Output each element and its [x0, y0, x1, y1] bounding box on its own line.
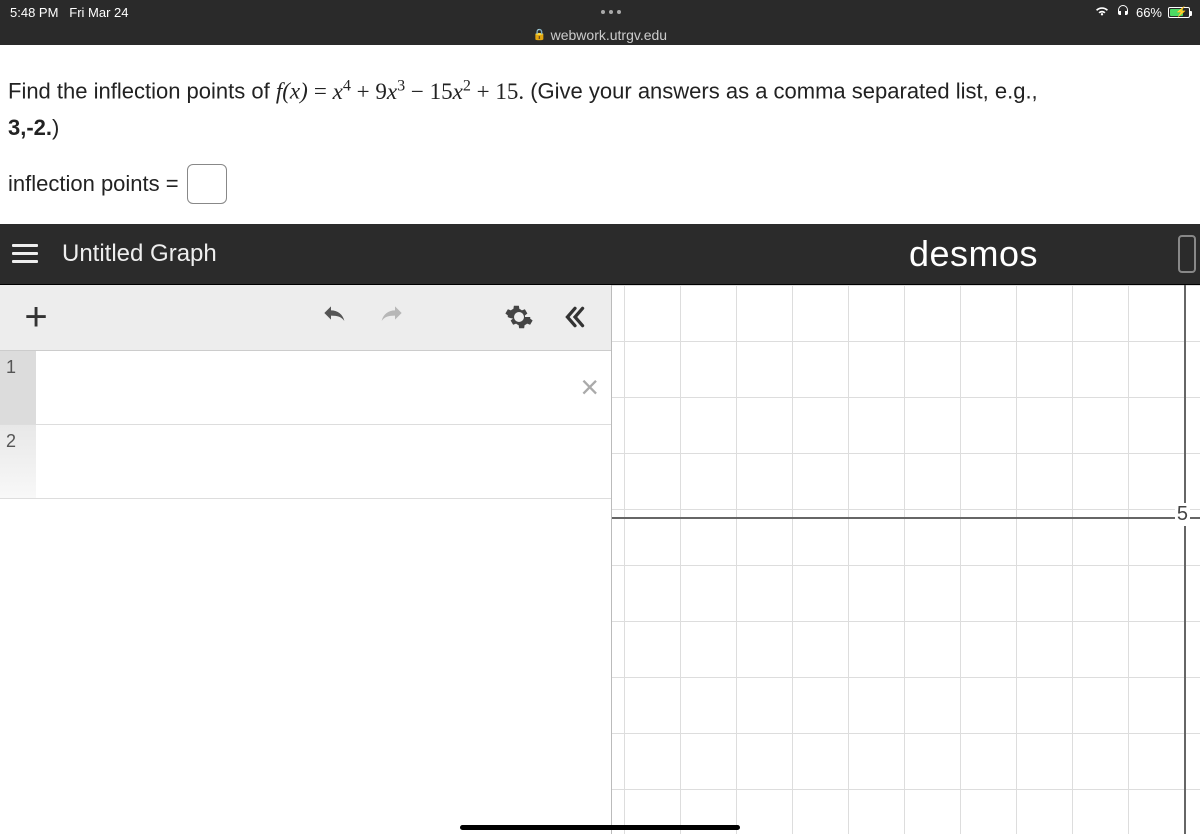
axis-tick-label: 5 [1175, 503, 1190, 526]
status-date: Fri Mar 24 [69, 5, 128, 20]
expression-panel: + 1 × 2 [0, 285, 612, 834]
status-time-date: 5:48 PM Fri Mar 24 [10, 5, 129, 20]
status-time: 5:48 PM [10, 5, 58, 20]
wifi-icon [1094, 4, 1110, 20]
answer-row: inflection points = [0, 164, 1200, 224]
account-button[interactable] [1178, 235, 1196, 273]
problem-expression: x4 + 9x3 − 15x2 + 15. [333, 79, 525, 104]
headphones-icon [1116, 4, 1130, 21]
graph-grid [612, 285, 1200, 834]
expression-row-2[interactable]: 2 [0, 425, 611, 499]
expression-input-1[interactable]: × [36, 351, 611, 424]
delete-expression-button[interactable]: × [580, 369, 599, 406]
y-axis [1184, 285, 1186, 834]
status-center-dots [129, 10, 1094, 14]
graph-title[interactable]: Untitled Graph [62, 240, 217, 268]
browser-url-bar[interactable]: 🔒 webwork.utrgv.edu [0, 24, 1200, 45]
settings-button[interactable] [497, 295, 541, 339]
redo-button[interactable] [369, 295, 413, 339]
status-right: 66% ⚡ [1094, 4, 1190, 21]
expression-row-1[interactable]: 1 × [0, 351, 611, 425]
collapse-panel-button[interactable] [553, 295, 597, 339]
battery-percent: 66% [1136, 5, 1162, 20]
inflection-points-input[interactable] [187, 164, 227, 204]
desmos-logo: desmos [909, 233, 1038, 275]
expression-number: 2 [0, 425, 36, 498]
x-axis [612, 517, 1200, 519]
ipad-status-bar: 5:48 PM Fri Mar 24 66% ⚡ [0, 0, 1200, 24]
lock-icon: 🔒 [533, 28, 547, 41]
menu-icon[interactable] [12, 244, 42, 263]
home-indicator[interactable] [460, 825, 740, 830]
graph-canvas[interactable]: 5 [612, 285, 1200, 834]
expression-number: 1 [0, 351, 36, 424]
expression-toolbar: + [0, 285, 611, 351]
battery-icon: ⚡ [1168, 7, 1190, 18]
url-domain: webwork.utrgv.edu [551, 27, 667, 43]
problem-statement: Find the inflection points of f(x) = x4 … [0, 45, 1200, 164]
add-expression-button[interactable]: + [14, 295, 58, 339]
undo-button[interactable] [313, 295, 357, 339]
answer-label: inflection points = [8, 171, 179, 197]
expression-input-2[interactable] [36, 425, 611, 498]
desmos-body: + 1 × 2 [0, 284, 1200, 834]
desmos-header: Untitled Graph desmos [0, 224, 1200, 284]
